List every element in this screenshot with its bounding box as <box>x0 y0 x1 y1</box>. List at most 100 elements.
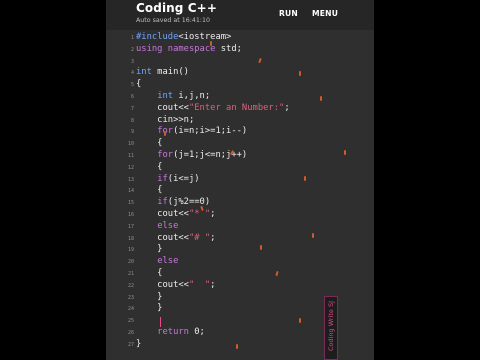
code-token: else <box>157 220 179 231</box>
code-line[interactable]: 22 cout<<" "; <box>124 279 350 291</box>
watermark-text: Coding Write SJ <box>327 300 335 352</box>
run-button[interactable]: RUN <box>279 9 298 18</box>
code-token: cout<< <box>136 279 189 290</box>
spark-decoration <box>164 131 166 136</box>
code-token: int <box>136 67 152 78</box>
app-title: Coding C++ <box>136 1 217 15</box>
code-text: if(i<=j) <box>136 173 200 185</box>
code-token: <iostream> <box>178 32 232 42</box>
code-token: } <box>136 303 163 314</box>
code-token: { <box>136 79 142 90</box>
code-line[interactable]: 26 return 0; <box>124 326 350 338</box>
code-line[interactable]: 18 cout<<"# "; <box>124 232 350 244</box>
code-text: { <box>136 161 162 173</box>
code-line[interactable]: 13 if(i<=j) <box>124 173 350 185</box>
code-text: { <box>136 137 162 149</box>
code-token: cout<< <box>136 232 189 243</box>
code-line[interactable]: 11 for(j=1;j<=n;j++) <box>124 149 350 161</box>
code-token: else <box>157 256 179 267</box>
line-number: 27 <box>127 341 134 348</box>
menu-button[interactable]: MENU <box>312 9 338 18</box>
code-line[interactable]: 14 { <box>124 184 350 196</box>
code-line[interactable]: 7 cout<<"Enter an Number:"; <box>124 102 350 114</box>
code-token: { <box>136 185 163 196</box>
code-token: "* " <box>188 209 211 219</box>
code-line[interactable]: 12 { <box>124 161 350 173</box>
spark-decoration <box>210 41 212 46</box>
code-token: int <box>157 91 174 101</box>
code-text: { <box>136 267 162 279</box>
code-line[interactable]: 5{ <box>124 78 350 90</box>
code-line[interactable]: 20 else <box>124 255 350 267</box>
code-line[interactable]: 25 <box>124 314 350 328</box>
code-token: std; <box>215 43 242 54</box>
code-line[interactable]: 8 cin>>n; <box>124 114 350 126</box>
code-text: cin>>n; <box>136 114 194 126</box>
code-line[interactable]: 21 { <box>124 267 350 279</box>
code-text: cout<<"* "; <box>136 208 215 220</box>
code-token: if <box>157 173 168 184</box>
app-bar: Coding C++ Auto saved at 16:41:10 RUN ME… <box>106 0 374 30</box>
code-token: main() <box>151 67 189 78</box>
code-token: (i=n;i>=1;i--) <box>173 126 248 137</box>
code-token: (j=1;j<=n;j++) <box>173 150 248 160</box>
spark-decoration <box>299 318 301 323</box>
code-token: #include <box>136 32 179 42</box>
code-token: i,j,n; <box>173 91 211 101</box>
code-line[interactable]: 16 cout<<"* "; <box>124 208 350 220</box>
app-screen: Coding C++ Auto saved at 16:41:10 RUN ME… <box>106 0 374 360</box>
code-token: (i<=j) <box>167 173 200 184</box>
code-line[interactable]: 3 <box>124 55 350 67</box>
spark-decoration <box>320 96 322 101</box>
code-text: int main() <box>136 66 189 78</box>
code-token: namespace <box>167 43 216 54</box>
code-token: ; <box>210 232 216 243</box>
code-token: if <box>157 197 168 208</box>
code-line[interactable]: 19 } <box>124 243 350 255</box>
code-text: cout<<" "; <box>136 279 215 291</box>
code-token: cout<< <box>136 209 189 219</box>
spark-decoration <box>304 176 306 181</box>
code-line[interactable]: 6 int i,j,n; <box>124 90 350 102</box>
code-line[interactable]: 4 int main() <box>124 66 350 78</box>
code-line[interactable]: 15 if(j%2==0) <box>124 196 350 208</box>
autosave-status: Auto saved at 16:41:10 <box>136 17 210 24</box>
code-text: int i,j,n; <box>136 90 210 102</box>
code-line[interactable]: 24 } <box>124 302 350 314</box>
code-text: } <box>136 243 162 255</box>
code-token: 0; <box>188 327 205 337</box>
watermark-badge: Coding Write SJ <box>324 296 338 360</box>
spark-decoration <box>260 245 262 250</box>
code-text: else <box>136 255 178 267</box>
code-text: #include<iostream> <box>136 31 231 43</box>
code-line[interactable]: 17 else <box>124 220 350 232</box>
code-token: return <box>157 327 189 337</box>
code-token: { <box>136 268 163 278</box>
code-text: } <box>136 338 141 350</box>
code-token: { <box>136 161 163 172</box>
code-line[interactable]: 9 for(i=n;i>=1;i--) <box>124 125 350 137</box>
code-line[interactable]: 1 #include<iostream> <box>124 31 350 43</box>
code-token: "Enter an Number:" <box>188 102 285 113</box>
spark-decoration <box>236 344 238 349</box>
code-text: { <box>136 184 162 196</box>
code-token: (j%2==0) <box>167 197 211 208</box>
code-token: { <box>136 138 163 149</box>
code-line[interactable]: 23 } <box>124 291 350 303</box>
code-text: using namespace std; <box>136 43 242 55</box>
code-token: } <box>136 244 163 255</box>
code-token: } <box>136 338 142 349</box>
code-line[interactable]: 2 using namespace std; <box>124 43 350 55</box>
spark-decoration <box>299 71 301 76</box>
code-token: for <box>157 150 174 160</box>
code-editor[interactable]: 1 #include<iostream> 2 using namespace std;… <box>124 31 350 354</box>
code-line[interactable]: 10 { <box>124 137 350 149</box>
code-token: " " <box>188 279 211 290</box>
